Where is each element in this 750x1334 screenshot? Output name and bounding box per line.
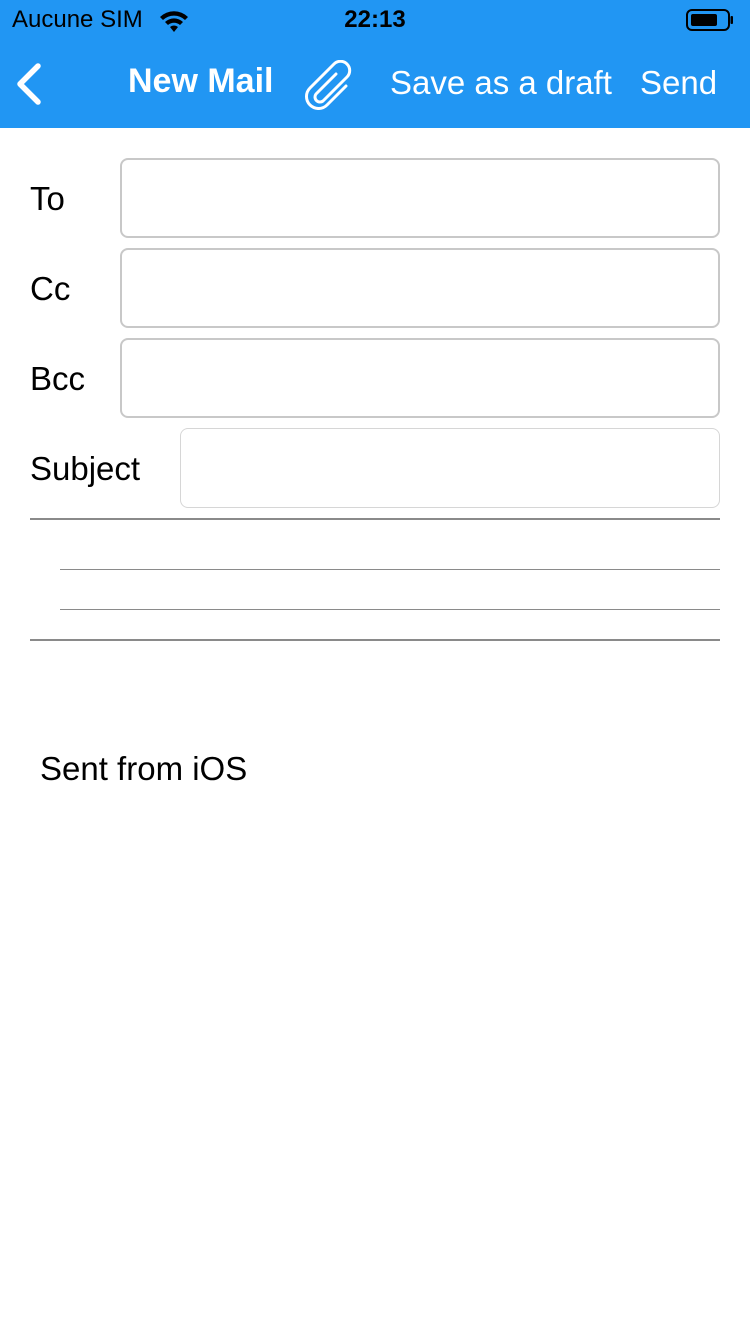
back-button[interactable] <box>10 58 54 110</box>
status-bar: Aucune SIM 22:13 <box>0 0 750 40</box>
bcc-label: Bcc <box>30 360 86 397</box>
subject-label: Subject <box>30 450 141 487</box>
attachment-divider <box>60 569 720 570</box>
cc-field[interactable] <box>120 248 720 328</box>
page-title: New Mail <box>128 62 274 100</box>
navigation-bar: New Mail Save as a draft Send <box>0 40 750 128</box>
to-label: To <box>30 180 65 217</box>
divider <box>30 639 720 641</box>
status-time: 22:13 <box>344 6 406 33</box>
to-field[interactable] <box>120 158 720 238</box>
divider <box>30 518 720 520</box>
send-button[interactable]: Send <box>640 64 717 102</box>
bcc-field[interactable] <box>120 338 720 418</box>
message-body-signature[interactable]: Sent from iOS <box>40 750 247 788</box>
compose-screen: Aucune SIM 22:13 New Mail Save as a draf… <box>0 0 750 1334</box>
top-bar: Aucune SIM 22:13 New Mail Save as a draf… <box>0 0 750 128</box>
cc-label: Cc <box>30 270 71 307</box>
subject-field[interactable] <box>180 428 720 508</box>
battery-icon <box>686 9 733 31</box>
paperclip-icon[interactable] <box>302 60 356 110</box>
save-draft-button[interactable]: Save as a draft <box>390 64 612 102</box>
attachment-divider <box>60 609 720 610</box>
